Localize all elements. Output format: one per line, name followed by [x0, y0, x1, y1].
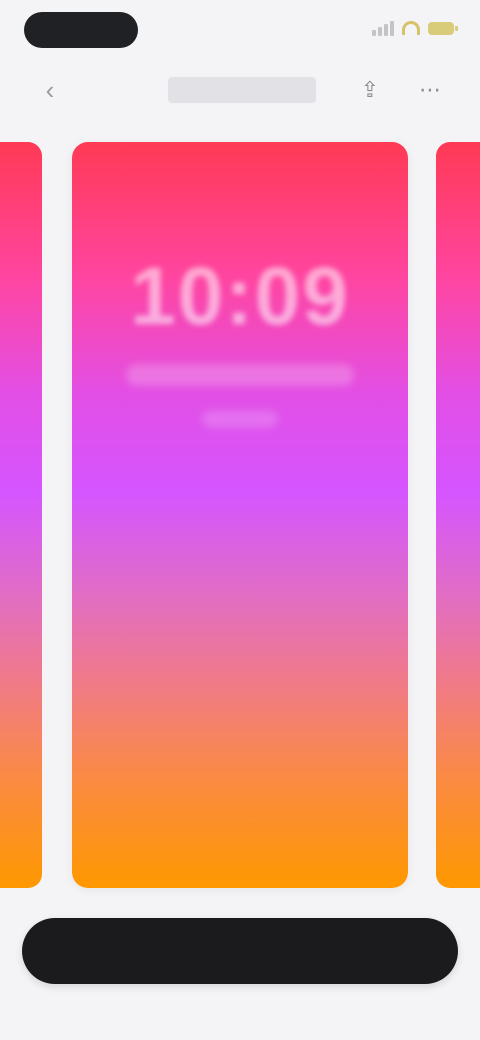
wallpaper-preview-screen: ‹ ⇪ ⋯ 10:09 — [0, 0, 480, 1040]
signal-icon — [372, 20, 394, 36]
status-time-pill — [24, 12, 138, 48]
lock-screen-time: 10:09 — [130, 251, 350, 342]
next-wallpaper-card[interactable] — [436, 142, 480, 888]
wifi-icon — [402, 21, 420, 35]
lock-screen-subtext — [202, 410, 278, 428]
status-bar — [0, 0, 480, 62]
chevron-left-icon[interactable]: ‹ — [34, 74, 66, 106]
apply-button[interactable] — [22, 918, 458, 984]
battery-icon — [428, 21, 458, 35]
previous-wallpaper-card[interactable] — [0, 142, 42, 888]
nav-title — [168, 77, 316, 103]
share-icon[interactable]: ⇪ — [354, 74, 386, 106]
wallpaper-carousel[interactable]: 10:09 — [0, 142, 480, 888]
lock-screen-date — [126, 364, 354, 386]
more-icon[interactable]: ⋯ — [414, 74, 446, 106]
status-icons — [372, 20, 458, 36]
current-wallpaper-card[interactable]: 10:09 — [72, 142, 408, 888]
nav-bar: ‹ ⇪ ⋯ — [0, 62, 480, 118]
